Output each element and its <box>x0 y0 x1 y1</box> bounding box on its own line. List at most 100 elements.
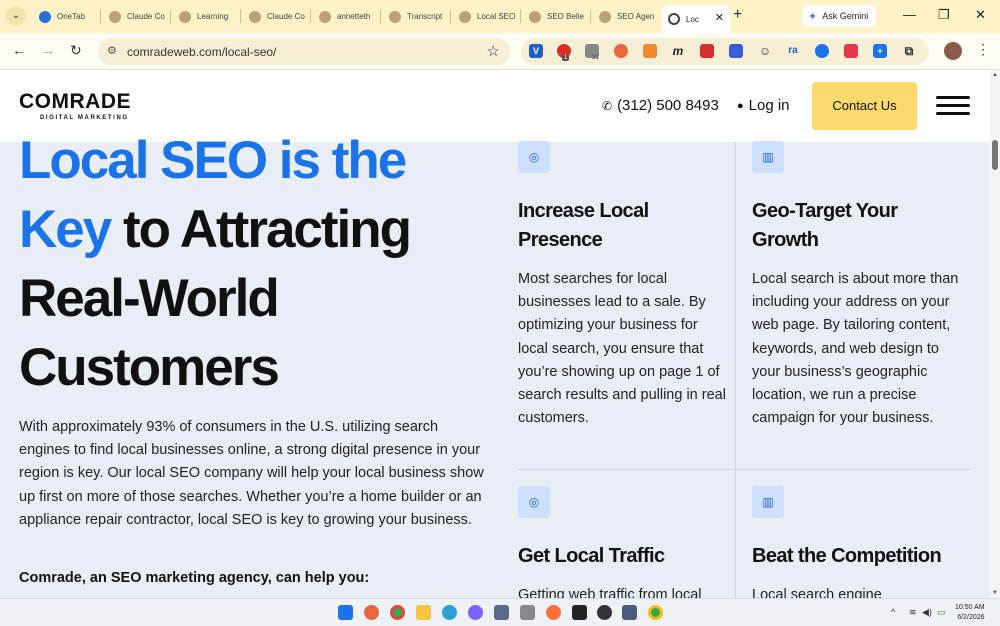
site-info-icon[interactable]: ⚙ <box>107 44 117 57</box>
target-icon: ◎ <box>518 486 550 518</box>
hero-line-2: Key to Attracting <box>19 195 489 264</box>
extension-pdf-icon[interactable] <box>700 44 714 58</box>
minimize-window-icon[interactable]: — <box>903 7 916 22</box>
site-favicon-icon <box>109 10 121 23</box>
page-scrollbar[interactable]: ▲ ▼ <box>990 70 1000 598</box>
map-icon: ▥ <box>752 141 784 173</box>
tab-label: Learning <box>197 12 229 21</box>
phone-link[interactable]: ✆ (312) 500 8493 <box>602 97 719 114</box>
extension-plus-icon[interactable]: + <box>873 44 887 58</box>
browser-tab[interactable]: SEO Belie <box>523 5 591 28</box>
extension-blue-square-icon[interactable] <box>729 44 743 58</box>
bookmark-star-icon[interactable]: ☆ <box>487 42 500 60</box>
battery-icon[interactable]: ▭ <box>937 607 946 618</box>
settings-app-icon[interactable] <box>520 605 535 620</box>
burst-app-icon[interactable] <box>364 605 379 620</box>
hamburger-menu-icon[interactable] <box>936 96 970 116</box>
extension-v-icon[interactable]: V <box>529 44 543 58</box>
chrome-profile-icon[interactable] <box>648 605 663 620</box>
browser-tab[interactable]: Learning <box>173 5 241 28</box>
browser-tab[interactable]: Transcript <box>383 5 451 28</box>
scroll-thumb[interactable] <box>992 140 998 170</box>
site-favicon-icon <box>599 10 611 23</box>
tab-label: SEO Belie <box>547 12 584 21</box>
extension-ra-icon[interactable]: ra <box>786 44 800 58</box>
close-tab-icon[interactable]: ✕ <box>715 11 724 24</box>
tray-chevron-icon[interactable]: ^ <box>891 607 895 617</box>
taskbar-clock[interactable]: 10:50 AM 6/2/2026 <box>955 603 985 623</box>
windows-start-icon[interactable] <box>338 605 353 620</box>
browser-tab[interactable]: Local SEO <box>453 5 521 28</box>
url-text[interactable]: comradeweb.com/local-seo/ <box>127 45 276 59</box>
new-tab-button[interactable]: + <box>733 6 742 24</box>
back-arrow-icon[interactable]: ← <box>12 42 26 58</box>
site-favicon-icon <box>319 10 331 23</box>
feature-title: Get Local Traffic <box>518 545 665 567</box>
gemini-sparkle-icon: ✦ <box>808 10 818 23</box>
services-subheading: Comrade, an SEO marketing agency, can he… <box>19 570 370 586</box>
forward-arrow-icon[interactable]: → <box>41 42 55 58</box>
site-favicon-icon <box>459 10 471 23</box>
profile-avatar[interactable] <box>944 42 962 60</box>
tab-search-button[interactable]: ⌄ <box>6 6 26 26</box>
grid-divider-vertical <box>735 142 736 469</box>
tab-label: OneTab <box>57 12 86 21</box>
reload-icon[interactable]: ↻ <box>70 42 82 59</box>
telegram-icon[interactable] <box>442 605 457 620</box>
extension-burst-icon[interactable] <box>614 44 628 58</box>
browser-tab-strip: ⌄ OneTab Claude Co Learning Claude Co an… <box>0 0 1000 33</box>
browser-tab[interactable]: annetteth <box>313 5 381 28</box>
extensions-puzzle-icon[interactable]: ⧉ <box>902 44 916 58</box>
site-favicon-icon <box>389 10 401 23</box>
firefox-icon[interactable] <box>546 605 561 620</box>
clock-time: 10:50 AM <box>955 604 985 611</box>
extension-m-icon[interactable]: m <box>671 44 685 58</box>
scroll-up-icon[interactable]: ▲ <box>992 72 998 78</box>
browser-tab[interactable]: Claude Co <box>103 5 171 28</box>
comrade-logo[interactable]: COMRADE DIGITAL MARKETING <box>19 90 131 121</box>
tab-label: Transcript <box>407 12 443 21</box>
extension-blue-circle-icon[interactable] <box>815 44 829 58</box>
feature-body: Most searches for local businesses lead … <box>518 271 726 427</box>
address-bar[interactable]: ⚙ comradeweb.com/local-seo/ ☆ <box>98 38 510 65</box>
site-favicon-icon <box>179 10 191 23</box>
volume-icon[interactable]: ◀) <box>922 607 932 618</box>
onetab-favicon-icon <box>39 10 51 23</box>
browser-toolbar: ← → ↻ ⚙ comradeweb.com/local-seo/ ☆ V 1 … <box>0 33 1000 70</box>
scroll-down-icon[interactable]: ▼ <box>992 590 998 596</box>
phone-number: (312) 500 8493 <box>617 97 719 114</box>
contact-us-button[interactable]: Contact Us <box>812 82 917 130</box>
clock-date: 6/2/2026 <box>957 614 985 621</box>
browser-tab-active[interactable]: Loc ✕ <box>662 5 730 33</box>
extension-red-square-icon[interactable] <box>844 44 858 58</box>
extensions-bar: V 1 21 m ☺ ra + ⧉ <box>521 38 929 65</box>
chrome-icon[interactable] <box>390 605 405 620</box>
feature-body: Local search engine <box>752 587 882 598</box>
terminal-icon[interactable] <box>572 605 587 620</box>
logo-sub-text: DIGITAL MARKETING <box>40 115 129 121</box>
tab-label: SEO Agen <box>617 12 655 21</box>
browser-tab[interactable]: Claude Co <box>243 5 311 28</box>
ask-gemini-button[interactable]: ✦ Ask Gemini <box>802 5 876 27</box>
media-player-icon[interactable] <box>597 605 612 620</box>
extension-smile-icon[interactable]: ☺ <box>758 44 772 58</box>
restore-window-icon[interactable]: ❐ <box>938 7 950 23</box>
file-explorer-icon[interactable] <box>416 605 431 620</box>
browser-tab[interactable]: OneTab <box>33 5 101 28</box>
extension-orange-icon[interactable] <box>643 44 657 58</box>
notepad-icon[interactable] <box>494 605 509 620</box>
loading-spinner-icon <box>668 13 680 25</box>
messenger-icon[interactable] <box>468 605 483 620</box>
feature-title: Geo-Target Your Growth <box>752 200 898 251</box>
browser-tab[interactable]: SEO Agen <box>593 5 661 28</box>
code-editor-icon[interactable] <box>622 605 637 620</box>
hero-key-word: Key <box>19 200 112 259</box>
grid-divider-horizontal <box>518 469 971 470</box>
browser-menu-icon[interactable]: ⋮ <box>976 41 990 58</box>
wifi-icon[interactable]: ≋ <box>909 607 917 618</box>
feature-body: Local search is about more than includin… <box>752 271 959 427</box>
user-icon: ● <box>737 99 744 112</box>
login-link[interactable]: ● Log in <box>737 97 790 114</box>
close-window-icon[interactable]: ✕ <box>975 7 986 23</box>
site-favicon-icon <box>249 10 261 23</box>
